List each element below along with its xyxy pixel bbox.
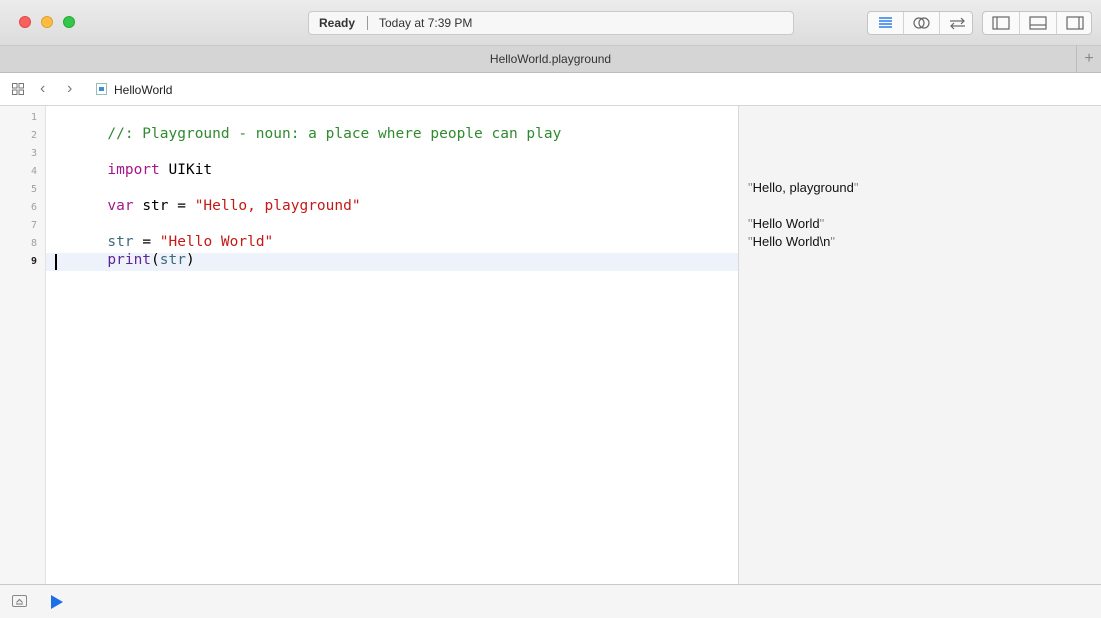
result-value: Hello World (752, 216, 820, 231)
result-value: Hello, playground (752, 180, 854, 195)
keyword-token: import (107, 162, 160, 178)
swift-file-icon (96, 83, 107, 95)
assistant-editor-icon (913, 17, 930, 29)
code-line-1: //: Playground - noun: a place where peo… (55, 107, 561, 142)
close-window-button[interactable] (19, 16, 31, 28)
status-text: Ready (319, 16, 356, 30)
text-cursor (55, 254, 57, 270)
paren-token: ) (185, 252, 195, 268)
result-value: Hello World\n (752, 234, 831, 249)
paren-token: ( (151, 252, 160, 268)
code-line-3: import UIKit (55, 143, 212, 178)
code-line-8: print(str) (55, 233, 194, 268)
utilities-panel-icon (1066, 16, 1084, 30)
quote-mark: " (830, 234, 836, 249)
line-number: 4 (30, 166, 37, 177)
code-line-5: var str = "Hello, playground" (55, 179, 360, 214)
line-number: 6 (30, 202, 37, 213)
source-editor[interactable]: //: Playground - noun: a place where peo… (46, 106, 738, 584)
quote-mark: " (853, 180, 859, 195)
function-token: print (107, 252, 152, 268)
jump-bar: ‹ › HelloWorld (0, 73, 1101, 106)
xcode-playground-window: Ready Today at 7:39 PM HelloWorld.playgr… (0, 0, 1101, 618)
standard-editor-button[interactable] (868, 12, 904, 34)
add-tab-button[interactable]: + (1076, 46, 1101, 72)
code-line-7: str = "Hello World" (55, 215, 273, 250)
tab-bar: HelloWorld.playground + (0, 46, 1101, 73)
breadcrumb-helloworld[interactable]: HelloWorld (114, 83, 172, 97)
line-number: 5 (30, 184, 37, 195)
version-editor-button[interactable] (940, 12, 975, 34)
version-editor-icon (950, 17, 965, 30)
line-number: 7 (30, 220, 37, 231)
related-items-grid-icon[interactable] (12, 83, 24, 95)
activity-viewer: Ready Today at 7:39 PM (308, 11, 794, 35)
debug-area-panel-icon (1029, 16, 1047, 30)
navigate-back-button[interactable]: ‹ (40, 80, 45, 98)
declaration-token: str = (133, 198, 195, 214)
line-number: 2 (30, 130, 37, 141)
view-toggle-control (982, 11, 1092, 35)
result-line-8[interactable]: "Hello World\n" (748, 233, 835, 251)
navigate-forward-button[interactable]: › (67, 80, 72, 98)
identifier-token: str (159, 252, 186, 268)
zoom-window-button[interactable] (63, 16, 75, 28)
debug-bar (0, 584, 1101, 618)
toolbar: Ready Today at 7:39 PM (0, 0, 1101, 46)
toggle-navigator-button[interactable] (983, 12, 1020, 34)
results-sidebar: "Hello, playground" "Hello World" "Hello… (738, 106, 1101, 584)
line-number: 8 (30, 238, 37, 249)
module-token: UIKit (159, 162, 213, 178)
toggle-debug-area-button[interactable] (1020, 12, 1057, 34)
result-line-7[interactable]: "Hello World" (748, 215, 824, 233)
navigator-panel-icon (992, 16, 1010, 30)
status-separator (367, 16, 368, 30)
minimize-window-button[interactable] (41, 16, 53, 28)
string-literal-token: "Hello, playground" (194, 198, 361, 214)
line-number: 1 (30, 112, 37, 123)
comment-token: //: Playground - noun: a place where peo… (107, 126, 562, 142)
result-line-5[interactable]: "Hello, playground" (748, 179, 858, 197)
line-number-gutter: 1 2 3 4 5 6 7 8 9 (0, 106, 46, 584)
line-number: 3 (30, 148, 37, 159)
tab-helloworld-playground[interactable]: HelloWorld.playground (0, 46, 1101, 72)
toggle-utilities-button[interactable] (1057, 12, 1093, 34)
debug-area-toggle-icon (16, 598, 23, 605)
run-playground-button[interactable] (51, 595, 63, 609)
quote-mark: " (819, 216, 825, 231)
editor-mode-control (867, 11, 973, 35)
status-timestamp: Today at 7:39 PM (379, 16, 473, 30)
line-number-active: 9 (30, 256, 37, 267)
standard-editor-icon (879, 17, 892, 28)
keyword-token: var (107, 198, 134, 214)
assistant-editor-button[interactable] (904, 12, 940, 34)
show-debug-area-button[interactable] (12, 595, 27, 607)
